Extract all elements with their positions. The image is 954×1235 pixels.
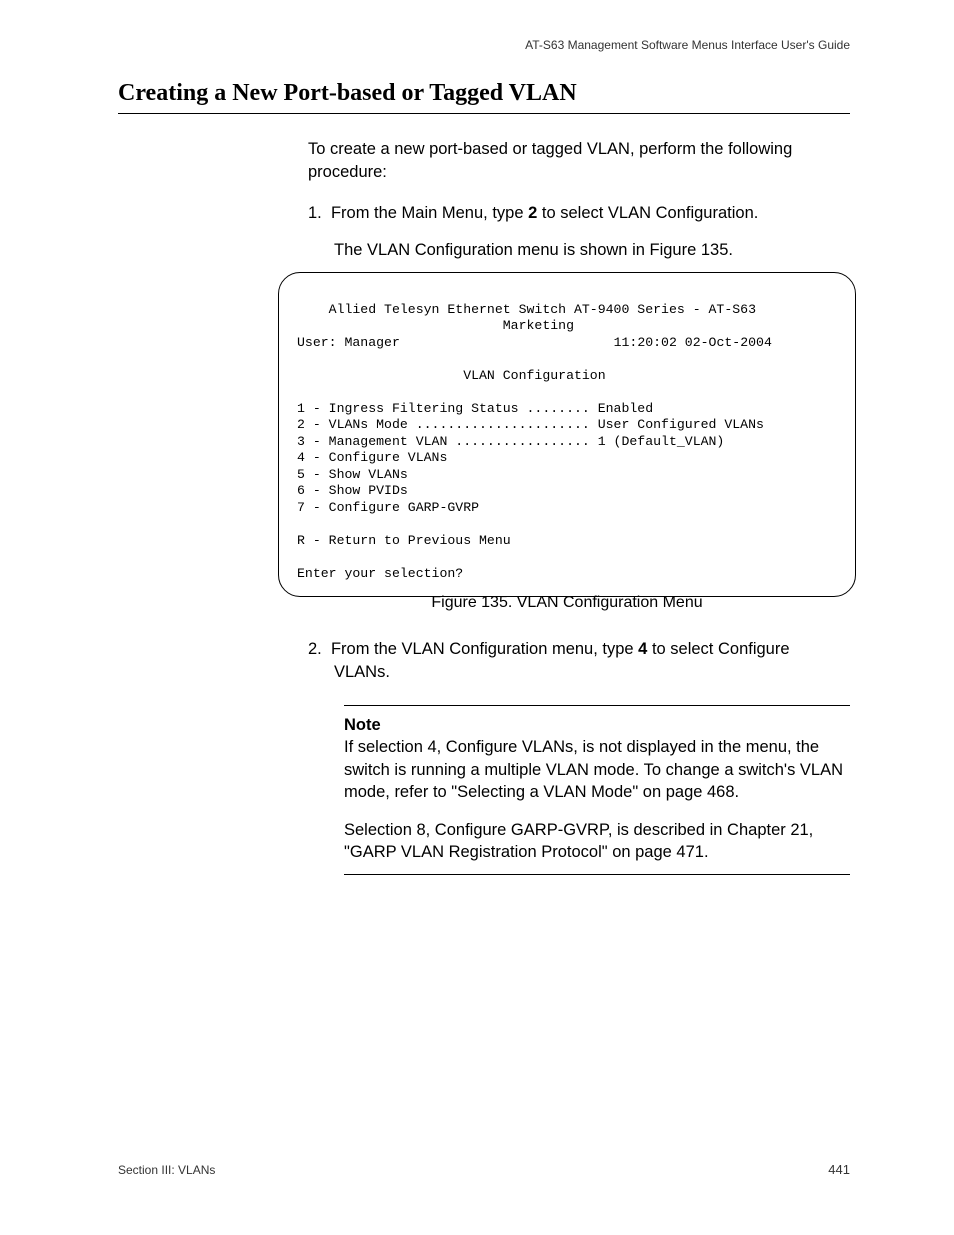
note-box: Note If selection 4, Configure VLANs, is… bbox=[344, 705, 850, 875]
terminal-timestamp: 11:20:02 02-Oct-2004 bbox=[614, 335, 772, 350]
terminal-line-12: 6 - Show PVIDs bbox=[297, 483, 408, 498]
terminal-line-11: 5 - Show VLANs bbox=[297, 467, 408, 482]
content-block: To create a new port-based or tagged VLA… bbox=[308, 138, 850, 280]
step-1-post: to select VLAN Configuration. bbox=[537, 204, 758, 222]
step-2-number: 2. bbox=[308, 640, 322, 658]
step-1: 1. From the Main Menu, type 2 to select … bbox=[308, 202, 850, 225]
footer-section: Section III: VLANs bbox=[118, 1163, 215, 1177]
note-title: Note bbox=[344, 714, 850, 736]
terminal-screen: Allied Telesyn Ethernet Switch AT-9400 S… bbox=[278, 272, 856, 597]
terminal-line-17: Enter your selection? bbox=[297, 566, 463, 581]
terminal-line-9: 3 - Management VLAN ................. 1 … bbox=[297, 434, 724, 449]
terminal-line-8: 2 - VLANs Mode ...................... Us… bbox=[297, 417, 764, 432]
step-1-number: 1. bbox=[308, 204, 322, 222]
step-1-sub: The VLAN Configuration menu is shown in … bbox=[308, 239, 850, 262]
intro-text: To create a new port-based or tagged VLA… bbox=[308, 138, 850, 184]
header-guide-title: AT-S63 Management Software Menus Interfa… bbox=[525, 38, 850, 52]
section-heading: Creating a New Port-based or Tagged VLAN bbox=[118, 80, 850, 114]
page-number: 441 bbox=[828, 1162, 850, 1177]
terminal-line-13: 7 - Configure GARP-GVRP bbox=[297, 500, 479, 515]
terminal-line-2: Marketing bbox=[297, 318, 574, 333]
step-1-bold: 2 bbox=[528, 204, 537, 222]
terminal-line-10: 4 - Configure VLANs bbox=[297, 450, 447, 465]
figure-caption: Figure 135. VLAN Configuration Menu bbox=[278, 594, 856, 612]
terminal-line-15: R - Return to Previous Menu bbox=[297, 533, 511, 548]
terminal-user: User: Manager bbox=[297, 335, 400, 350]
step-2: 2. From the VLAN Configuration menu, typ… bbox=[308, 638, 850, 684]
terminal-line-7: 1 - Ingress Filtering Status ........ En… bbox=[297, 401, 653, 416]
note-paragraph-1: If selection 4, Configure VLANs, is not … bbox=[344, 736, 850, 803]
step-1-pre: From the Main Menu, type bbox=[331, 204, 528, 222]
step-2-bold: 4 bbox=[638, 640, 647, 658]
note-paragraph-2: Selection 8, Configure GARP-GVRP, is des… bbox=[344, 819, 850, 864]
step-2-pre: From the VLAN Configuration menu, type bbox=[331, 640, 638, 658]
terminal-line-5: VLAN Configuration bbox=[297, 368, 606, 383]
terminal-line-1: Allied Telesyn Ethernet Switch AT-9400 S… bbox=[297, 302, 756, 317]
